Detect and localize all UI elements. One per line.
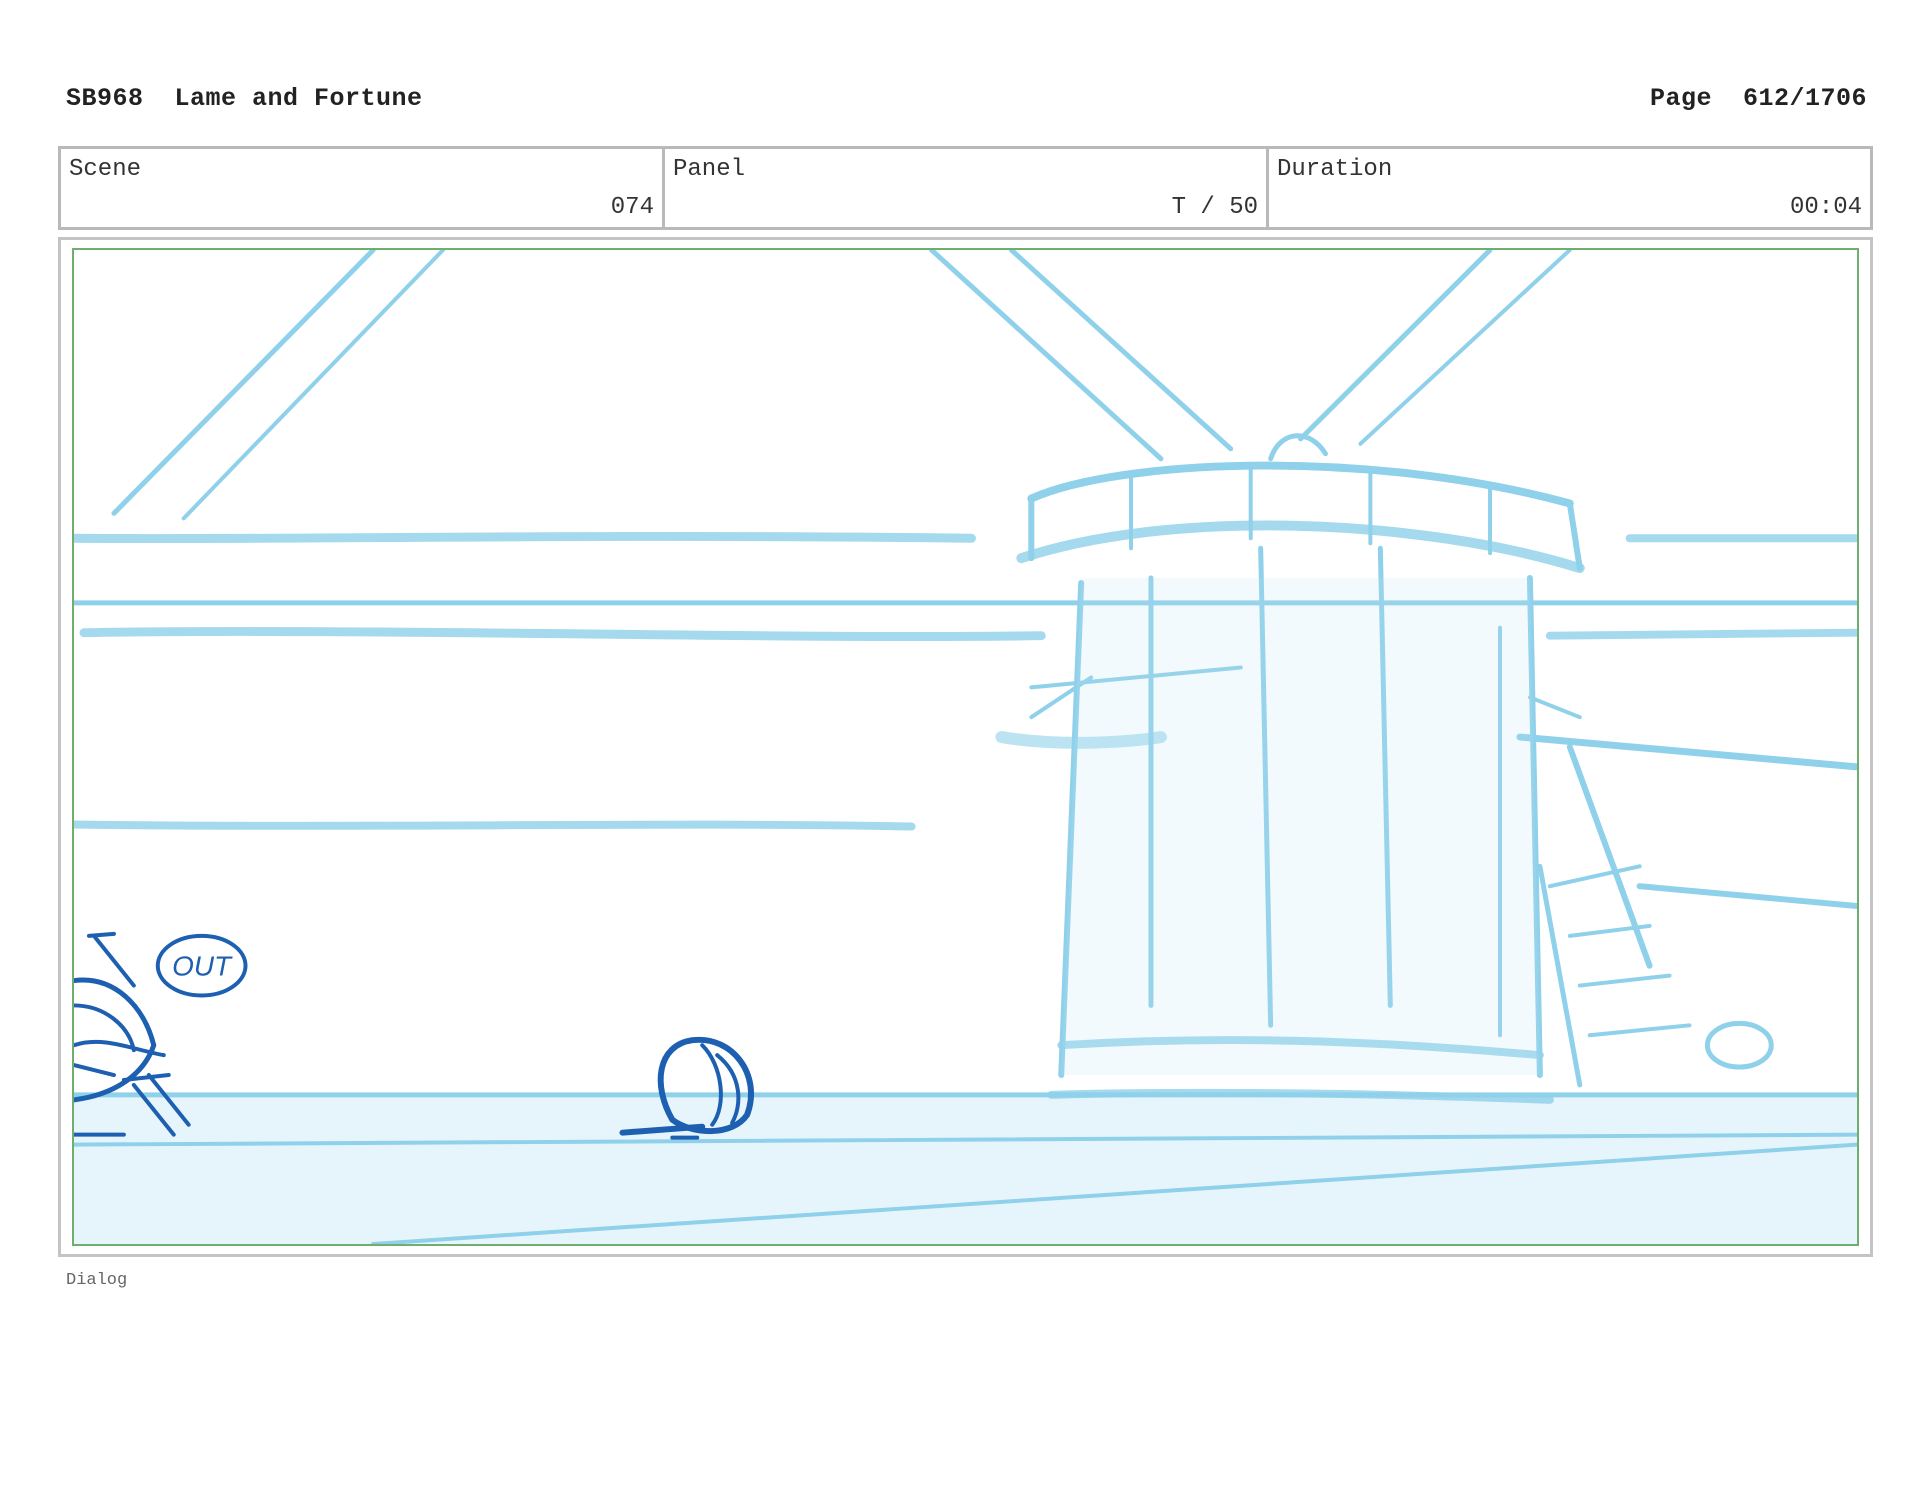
dialog-label: Dialog bbox=[66, 1271, 128, 1290]
scene-value: 074 bbox=[610, 194, 654, 221]
page-indicator: Page 612/1706 bbox=[1649, 84, 1867, 113]
scene-label: Scene bbox=[69, 156, 142, 183]
background-sketch-lines bbox=[74, 250, 1857, 1244]
floor-area bbox=[74, 1094, 1857, 1244]
duration-cell: Duration 00:04 bbox=[1269, 149, 1870, 227]
duration-value: 00:04 bbox=[1789, 194, 1862, 221]
storyboard-title: SB968 Lame and Fortune bbox=[66, 84, 423, 113]
out-sketch-text: OUT bbox=[172, 951, 233, 982]
sketch-drawing: OUT bbox=[74, 250, 1857, 1244]
panel-value: T / 50 bbox=[1171, 194, 1258, 221]
duration-label: Duration bbox=[1277, 156, 1393, 183]
tower-shading bbox=[1061, 578, 1540, 1076]
storyboard-panel-image: OUT bbox=[72, 248, 1859, 1246]
storyboard-panel-frame: OUT bbox=[58, 237, 1873, 1257]
panel-cell: Panel T / 50 bbox=[665, 149, 1269, 227]
panel-info-table: Scene 074 Panel T / 50 Duration 00:04 bbox=[58, 146, 1873, 230]
scene-cell: Scene 074 bbox=[61, 149, 665, 227]
panel-label: Panel bbox=[673, 156, 746, 183]
